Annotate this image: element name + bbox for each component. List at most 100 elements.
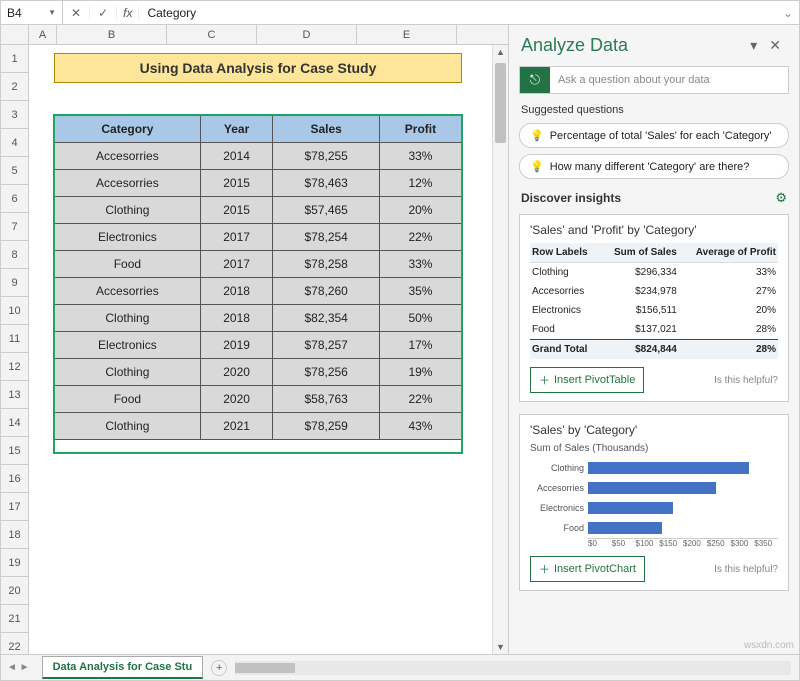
row-header[interactable]: 15 xyxy=(1,437,28,465)
row-header[interactable]: 12 xyxy=(1,353,28,381)
watermark: wsxdn.com xyxy=(744,640,794,651)
row-header[interactable]: 7 xyxy=(1,213,28,241)
card-title: 'Sales' by 'Category' xyxy=(530,423,778,437)
row-header[interactable]: 17 xyxy=(1,493,28,521)
row-header[interactable]: 10 xyxy=(1,297,28,325)
bulb-icon: 💡 xyxy=(530,160,544,173)
sheet-nav[interactable]: ◄ ► xyxy=(1,662,36,673)
row-header[interactable]: 4 xyxy=(1,129,28,157)
row-header[interactable]: 6 xyxy=(1,185,28,213)
helpful-link[interactable]: Is this helpful? xyxy=(714,375,778,386)
pivot-row: Accesorries$234,97827% xyxy=(530,282,778,301)
data-table[interactable]: CategoryYearSalesProfitAccesorries2014$7… xyxy=(54,115,462,440)
button-label: Insert PivotChart xyxy=(554,563,636,575)
column-header[interactable]: C xyxy=(167,25,257,44)
table-row[interactable]: Accesorries2015$78,46312% xyxy=(55,170,462,197)
select-all-corner[interactable] xyxy=(1,25,29,44)
row-header[interactable]: 5 xyxy=(1,157,28,185)
row-header[interactable]: 13 xyxy=(1,381,28,409)
analyze-icon: ⎋ xyxy=(520,67,550,93)
table-row[interactable]: Food2020$58,76322% xyxy=(55,386,462,413)
chart-bar-row: Electronics xyxy=(530,498,778,518)
row-header[interactable]: 9 xyxy=(1,269,28,297)
insert-pivotchart-button[interactable]: ＋ Insert PivotChart xyxy=(530,556,645,582)
table-row[interactable]: Clothing2018$82,35450% xyxy=(55,305,462,332)
row-header[interactable]: 21 xyxy=(1,605,28,633)
formula-input[interactable]: Category xyxy=(139,6,776,20)
column-header[interactable]: B xyxy=(57,25,167,44)
row-header[interactable]: 2 xyxy=(1,73,28,101)
column-header[interactable]: E xyxy=(357,25,457,44)
suggestion-text: How many different 'Category' are there? xyxy=(550,161,750,173)
helpful-link[interactable]: Is this helpful? xyxy=(714,564,778,575)
table-header[interactable]: Year xyxy=(200,116,273,143)
insight-card-pivot: 'Sales' and 'Profit' by 'Category' Row L… xyxy=(519,214,789,402)
row-header[interactable]: 1 xyxy=(1,45,28,73)
insight-card-chart: 'Sales' by 'Category' Sum of Sales (Thou… xyxy=(519,414,789,591)
suggestion-text: Percentage of total 'Sales' for each 'Ca… xyxy=(550,130,772,142)
row-header[interactable]: 8 xyxy=(1,241,28,269)
formula-bar: B4 ▼ ✕ ✓ fx Category ⌄ xyxy=(1,1,799,25)
pane-title: Analyze Data xyxy=(521,35,744,56)
chart-bar-row: Accesorries xyxy=(530,478,778,498)
suggestion-pill[interactable]: 💡 Percentage of total 'Sales' for each '… xyxy=(519,123,789,148)
discover-label: Discover insights xyxy=(521,191,775,205)
column-header[interactable]: D xyxy=(257,25,357,44)
fx-icon[interactable]: fx xyxy=(117,6,139,20)
scroll-thumb[interactable] xyxy=(235,663,295,673)
plus-icon: ＋ xyxy=(539,561,550,577)
pane-menu-icon[interactable]: ▾ xyxy=(744,37,763,54)
table-row[interactable]: Accesorries2018$78,26035% xyxy=(55,278,462,305)
button-label: Insert PivotTable xyxy=(554,374,635,386)
card-title: 'Sales' and 'Profit' by 'Category' xyxy=(530,223,778,237)
chart-axis: $0$50$100$150$200$250$300$350 xyxy=(588,538,778,548)
vertical-scrollbar[interactable]: ▲ ▼ xyxy=(492,45,508,654)
row-header[interactable]: 22 xyxy=(1,633,28,654)
name-box-value: B4 xyxy=(7,6,22,20)
table-row[interactable]: Electronics2019$78,25717% xyxy=(55,332,462,359)
table-header[interactable]: Profit xyxy=(379,116,461,143)
row-header[interactable]: 3 xyxy=(1,101,28,129)
cancel-icon[interactable]: ✕ xyxy=(63,6,90,20)
table-row[interactable]: Clothing2020$78,25619% xyxy=(55,359,462,386)
scroll-thumb[interactable] xyxy=(495,63,506,143)
bulb-icon: 💡 xyxy=(530,129,544,142)
table-row[interactable]: Clothing2021$78,25943% xyxy=(55,413,462,440)
table-row[interactable]: Food2017$78,25833% xyxy=(55,251,462,278)
row-header[interactable]: 20 xyxy=(1,577,28,605)
ask-question-input[interactable]: ⎋ Ask a question about your data xyxy=(519,66,789,94)
table-row[interactable]: Accesorries2014$78,25533% xyxy=(55,143,462,170)
column-header[interactable]: A xyxy=(29,25,57,44)
chart-bar-row: Clothing xyxy=(530,458,778,478)
table-row[interactable]: Electronics2017$78,25422% xyxy=(55,224,462,251)
chevron-down-icon[interactable]: ▼ xyxy=(48,8,56,17)
insert-pivottable-button[interactable]: ＋ Insert PivotTable xyxy=(530,367,644,393)
row-header[interactable]: 19 xyxy=(1,549,28,577)
table-row[interactable]: Clothing2015$57,46520% xyxy=(55,197,462,224)
spreadsheet-grid[interactable]: ABCDE 1234567891011121314151617181920212… xyxy=(1,25,508,654)
add-sheet-button[interactable]: + xyxy=(211,660,227,676)
sheet-tab[interactable]: Data Analysis for Case Stu xyxy=(42,656,204,679)
pivot-row: Electronics$156,51120% xyxy=(530,301,778,320)
confirm-icon[interactable]: ✓ xyxy=(90,6,117,20)
bar-chart: ClothingAccesorriesElectronicsFood$0$50$… xyxy=(530,458,778,548)
name-box[interactable]: B4 ▼ xyxy=(1,1,63,24)
pivot-row: Food$137,02128% xyxy=(530,320,778,340)
chart-bar-row: Food xyxy=(530,518,778,538)
horizontal-scrollbar[interactable] xyxy=(235,661,791,675)
row-header[interactable]: 16 xyxy=(1,465,28,493)
row-header[interactable]: 14 xyxy=(1,409,28,437)
scroll-up-icon[interactable]: ▲ xyxy=(493,47,508,57)
table-header[interactable]: Category xyxy=(55,116,201,143)
pivot-row: Clothing$296,33433% xyxy=(530,263,778,283)
table-header[interactable]: Sales xyxy=(273,116,380,143)
ask-placeholder: Ask a question about your data xyxy=(550,67,788,93)
gear-icon[interactable]: ⚙ xyxy=(775,190,787,206)
row-header[interactable]: 11 xyxy=(1,325,28,353)
title-cell[interactable]: Using Data Analysis for Case Study xyxy=(54,53,462,83)
expand-formula-icon[interactable]: ⌄ xyxy=(777,6,799,20)
close-icon[interactable]: ✕ xyxy=(763,37,787,54)
scroll-down-icon[interactable]: ▼ xyxy=(493,642,508,652)
suggestion-pill[interactable]: 💡 How many different 'Category' are ther… xyxy=(519,154,789,179)
row-header[interactable]: 18 xyxy=(1,521,28,549)
